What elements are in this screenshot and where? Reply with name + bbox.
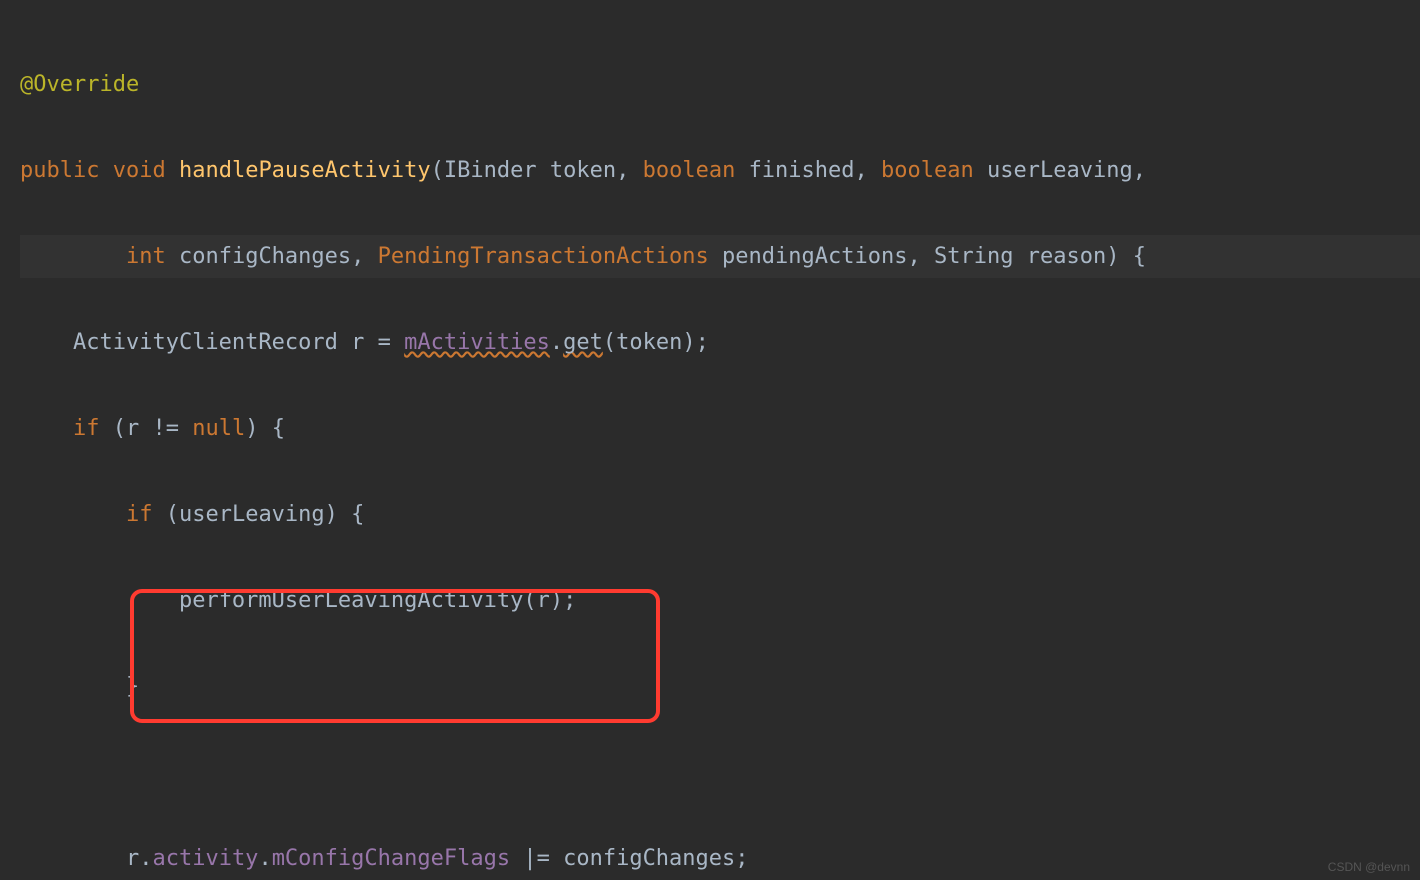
- code-line: r.activity.mConfigChangeFlags |= configC…: [20, 837, 1420, 880]
- code-line: int configChanges, PendingTransactionAct…: [20, 235, 1420, 278]
- code-line: if (r != null) {: [20, 407, 1420, 450]
- annotation: @Override: [20, 72, 139, 97]
- code-line: public void handlePauseActivity(IBinder …: [20, 149, 1420, 192]
- code-editor[interactable]: @Override public void handlePauseActivit…: [0, 0, 1420, 880]
- watermark: CSDN @devnn: [1328, 860, 1410, 874]
- code-line: [20, 751, 1420, 794]
- code-line: performUserLeavingActivity(r);: [20, 579, 1420, 622]
- code-line: @Override: [20, 63, 1420, 106]
- code-line: }: [20, 665, 1420, 708]
- code-line: ActivityClientRecord r = mActivities.get…: [20, 321, 1420, 364]
- code-line: if (userLeaving) {: [20, 493, 1420, 536]
